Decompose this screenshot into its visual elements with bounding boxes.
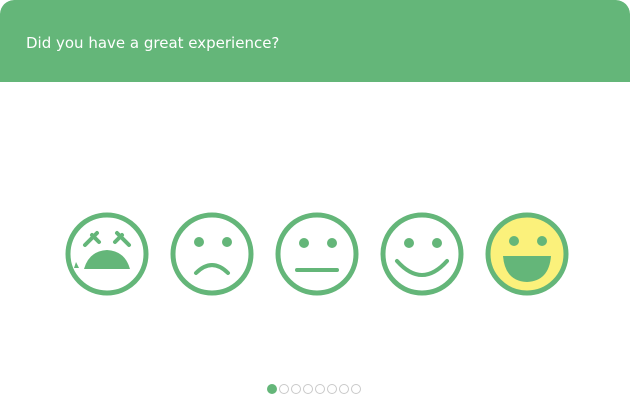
neutral-face-icon xyxy=(275,212,359,296)
rating-option-happy[interactable] xyxy=(380,212,464,296)
page-dot-1[interactable] xyxy=(267,384,277,394)
very-unhappy-face-icon xyxy=(65,212,149,296)
rating-option-very-unhappy[interactable] xyxy=(65,212,149,296)
rating-option-very-happy[interactable] xyxy=(485,212,569,296)
page-dot-8[interactable] xyxy=(351,384,361,394)
pagination-dots xyxy=(267,384,361,394)
page-dot-7[interactable] xyxy=(339,384,349,394)
laughing-face-icon xyxy=(485,212,569,296)
sad-face-icon xyxy=(170,212,254,296)
page-dot-3[interactable] xyxy=(291,384,301,394)
survey-card: Did you have a great experience? xyxy=(0,0,630,403)
rating-option-neutral[interactable] xyxy=(275,212,359,296)
page-dot-6[interactable] xyxy=(327,384,337,394)
page-dot-5[interactable] xyxy=(315,384,325,394)
smiling-face-icon xyxy=(380,212,464,296)
rating-options xyxy=(0,0,630,403)
page-dot-2[interactable] xyxy=(279,384,289,394)
rating-option-sad[interactable] xyxy=(170,212,254,296)
page-dot-4[interactable] xyxy=(303,384,313,394)
